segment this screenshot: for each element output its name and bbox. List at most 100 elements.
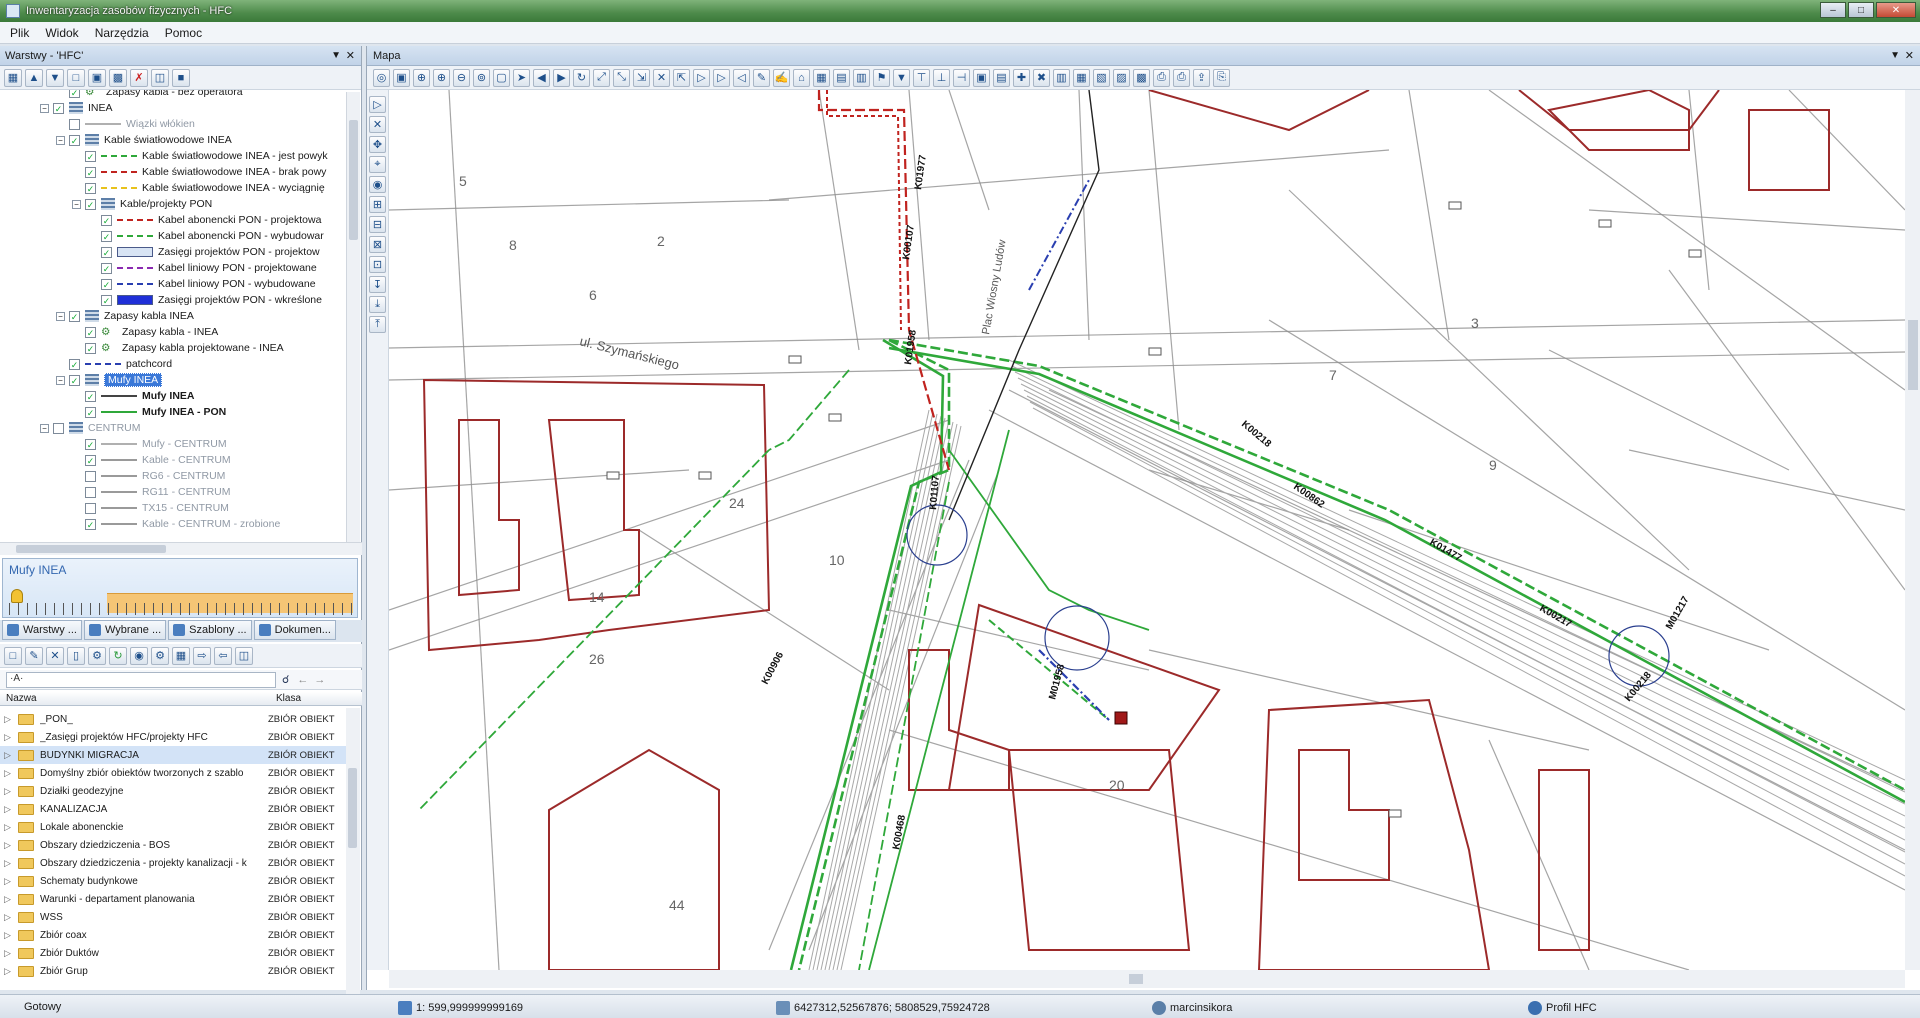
delete-icon[interactable]: ✕ — [46, 646, 64, 665]
layer-visibility-checkbox[interactable]: ✓ — [53, 102, 64, 114]
layer-tree-hscrollbar[interactable] — [0, 542, 362, 555]
map-tool-icon[interactable]: ✕ — [653, 68, 670, 87]
map-tool-icon[interactable]: ◀ — [533, 68, 550, 87]
layer-tree-item[interactable]: ✓ Kable - CENTRUM — [72, 452, 231, 468]
layer-tree-item[interactable]: ✓ Kable - CENTRUM - zrobione — [72, 516, 280, 532]
edit-tool-icon[interactable]: ⊠ — [369, 236, 386, 253]
map-canvas[interactable]: ul. Szymańskiego Plac Wiosny Ludów K00107 K… — [389, 90, 1905, 970]
menu-widok[interactable]: Widok — [41, 26, 90, 40]
panel-close-icon[interactable]: ✕ — [346, 49, 355, 62]
layer-visibility-checkbox[interactable]: ✓ — [85, 438, 96, 450]
collection-row[interactable]: ▷ _PON_ ZBIÓR OBIEKT — [0, 710, 346, 728]
scroll-thumb[interactable] — [348, 768, 357, 848]
expand-arrow-icon[interactable]: ▷ — [4, 930, 14, 941]
layer-visibility-checkbox[interactable]: ✓ — [85, 470, 96, 482]
add-group-icon[interactable]: ▣ — [88, 68, 106, 87]
layer-visibility-checkbox[interactable]: ✓ — [69, 374, 80, 386]
lock-icon[interactable]: ■ — [172, 68, 190, 87]
edit-tool-icon[interactable]: ⌖ — [369, 156, 386, 173]
layer-tree-item[interactable]: ✓ Kabel abonencki PON - wybudowar — [88, 228, 324, 244]
layer-tree-item[interactable]: − ✓ INEA — [40, 100, 113, 116]
edit-tool-icon[interactable]: ⤓ — [369, 296, 386, 313]
expand-arrow-icon[interactable]: ▷ — [4, 750, 14, 761]
collection-row[interactable]: ▷ Schematy budynkowe ZBIÓR OBIEKT — [0, 872, 346, 890]
layer-tree-item[interactable]: ✓ patchcord — [56, 356, 172, 372]
layer-visibility-checkbox[interactable]: ✓ — [85, 326, 96, 338]
map-tool-icon[interactable]: ⊥ — [933, 68, 950, 87]
map-tool-icon[interactable]: ✚ — [1013, 68, 1030, 87]
map-tool-icon[interactable]: ▦ — [813, 68, 830, 87]
expand-arrow-icon[interactable]: ▷ — [4, 948, 14, 959]
map-tool-icon[interactable]: ▤ — [993, 68, 1010, 87]
expand-arrow-icon[interactable]: ▷ — [4, 840, 14, 851]
map-tool-icon[interactable]: ⇪ — [1193, 68, 1210, 87]
expand-arrow-icon[interactable]: ▷ — [4, 714, 14, 725]
layer-visibility-checkbox[interactable]: ✓ — [69, 310, 80, 322]
layer-visibility-checkbox[interactable]: ✓ — [101, 214, 112, 226]
collection-row[interactable]: ▷ BUDYNKI MIGRACJA ZBIÓR OBIEKT — [0, 746, 346, 764]
back-icon[interactable]: ← — [297, 674, 308, 686]
map-tool-icon[interactable]: ➤ — [513, 68, 530, 87]
layer-visibility-checkbox[interactable]: ✓ — [85, 454, 96, 466]
collection-row[interactable]: ▷ Warunki - departament planowania ZBIÓR O… — [0, 890, 346, 908]
layer-tree-item[interactable]: ✓ RG11 - CENTRUM — [72, 484, 230, 500]
expand-toggle-icon[interactable]: − — [56, 311, 65, 321]
layer-visibility-checkbox[interactable]: ✓ — [69, 134, 80, 146]
view-icon[interactable]: ▦ — [172, 646, 190, 665]
pin-icon[interactable]: ▼ — [1890, 50, 1900, 61]
collection-row[interactable]: ▷ KANALIZACJA ZBIÓR OBIEKT — [0, 800, 346, 818]
tab-wybrane[interactable]: Wybrane ... — [83, 620, 167, 640]
expand-toggle-icon[interactable]: − — [56, 135, 65, 145]
filter-combo[interactable]: ·A· — [6, 671, 276, 688]
layer-visibility-checkbox[interactable]: ✓ — [85, 518, 96, 530]
layer-tree-item[interactable]: − ✓ Mufy INEA — [56, 372, 163, 388]
map-tool-icon[interactable]: ↻ — [573, 68, 590, 87]
minimize-button[interactable]: – — [1820, 2, 1846, 18]
panel-close-icon[interactable]: ✕ — [1905, 49, 1914, 62]
map-tool-icon[interactable]: ▤ — [833, 68, 850, 87]
column-name[interactable]: Nazwa — [6, 693, 37, 704]
map-tool-icon[interactable]: ▥ — [853, 68, 870, 87]
search-icon[interactable]: ☌ — [282, 673, 289, 686]
map-tool-icon[interactable]: ◎ — [373, 68, 390, 87]
expand-arrow-icon[interactable]: ▷ — [4, 894, 14, 905]
tab-warstwy[interactable]: Warstwy ... — [2, 620, 82, 640]
forward-icon[interactable]: → — [314, 674, 325, 686]
map-tool-icon[interactable]: ◁ — [733, 68, 750, 87]
map-tool-icon[interactable]: ▣ — [973, 68, 990, 87]
menu-pomoc[interactable]: Pomoc — [161, 26, 214, 40]
tab-szablony[interactable]: Szablony ... — [168, 620, 252, 640]
layer-tree-item[interactable]: ✓ ⚙ Zapasy kabla - INEA — [72, 324, 218, 340]
new-icon[interactable]: □ — [4, 646, 22, 665]
layer-tree-item[interactable]: − ✓ Kable/projekty PON — [72, 196, 212, 212]
document-icon[interactable]: ▯ — [67, 646, 85, 665]
collection-row[interactable]: ▷ Obszary dziedziczenia - projekty kanali… — [0, 854, 346, 872]
layer-visibility-checkbox[interactable]: ✓ — [85, 166, 96, 178]
scroll-thumb[interactable] — [349, 120, 358, 240]
layer-tree-item[interactable]: ✓ Kable światłowodowe INEA - brak powy — [72, 164, 326, 180]
map-tool-icon[interactable]: ▷ — [713, 68, 730, 87]
collection-row[interactable]: ▷ WSS ZBIÓR OBIEKT — [0, 908, 346, 926]
layer-tree-item[interactable]: ✓ Kabel abonencki PON - projektowa — [88, 212, 321, 228]
map-tool-icon[interactable]: ▷ — [693, 68, 710, 87]
map-tool-icon[interactable]: ⎘ — [1213, 68, 1230, 87]
layer-tree-item[interactable]: ✓ RG6 - CENTRUM — [72, 468, 225, 484]
layer-tree-item[interactable]: − ✓ Zapasy kabla INEA — [56, 308, 194, 324]
layer-tree-item[interactable]: ✓ Mufy INEA - PON — [72, 404, 226, 420]
map-tool-icon[interactable]: ⚑ — [873, 68, 890, 87]
map-tool-icon[interactable]: ⤡ — [613, 68, 630, 87]
scroll-thumb[interactable] — [1129, 974, 1143, 984]
collection-row[interactable]: ▷ Zbiór Grup ZBIÓR OBIEKT — [0, 962, 346, 980]
edit-tool-icon[interactable]: ✕ — [369, 116, 386, 133]
edit-tool-icon[interactable]: ↧ — [369, 276, 386, 293]
import-icon[interactable]: ⇦ — [214, 646, 232, 665]
layer-visibility-checkbox[interactable]: ✓ — [101, 278, 112, 290]
expand-toggle-icon[interactable]: − — [40, 103, 49, 113]
expand-arrow-icon[interactable]: ▷ — [4, 822, 14, 833]
copy-icon[interactable]: ◫ — [235, 646, 253, 665]
layer-visibility-checkbox[interactable]: ✓ — [85, 406, 96, 418]
edit-tool-icon[interactable]: ⤒ — [369, 316, 386, 333]
maximize-button[interactable]: □ — [1848, 2, 1874, 18]
map-tool-icon[interactable]: ⊕ — [433, 68, 450, 87]
layer-tree-item[interactable]: ✓ ⚙ Zapasy kabla projektowane - INEA — [72, 340, 284, 356]
